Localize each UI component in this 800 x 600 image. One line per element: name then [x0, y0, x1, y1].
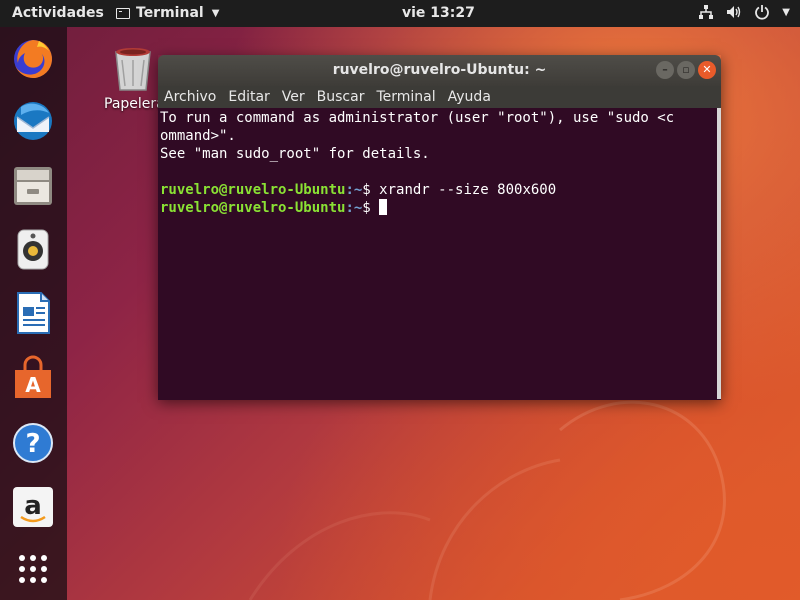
- menu-item-ver[interactable]: Ver: [282, 89, 305, 105]
- software-icon[interactable]: A: [9, 354, 57, 402]
- active-prompt-line[interactable]: ruvelro@ruvelro-Ubuntu:~$: [160, 199, 721, 217]
- output-line: ommand>".: [160, 128, 236, 144]
- close-icon[interactable]: ✕: [698, 61, 716, 79]
- menu-item-archivo[interactable]: Archivo: [164, 89, 216, 105]
- text-cursor: [379, 199, 388, 215]
- output-line: To run a command as administrator (user …: [160, 110, 675, 126]
- prompt-user: ruvelro@ruvelro-Ubuntu: [160, 200, 346, 216]
- volume-icon: [727, 6, 741, 18]
- firefox-icon[interactable]: [9, 35, 57, 83]
- title-bar[interactable]: ruvelro@ruvelro-Ubuntu: ~ – ▫ ✕: [158, 55, 721, 86]
- app-menu-label: Terminal: [136, 5, 204, 21]
- scrollbar[interactable]: [717, 108, 721, 399]
- network-icon: [699, 5, 714, 19]
- show-applications-icon[interactable]: [9, 545, 57, 593]
- activities-button[interactable]: Actividades: [12, 5, 104, 21]
- menu-item-editar[interactable]: Editar: [228, 89, 269, 105]
- window-controls: – ▫ ✕: [656, 61, 716, 79]
- trash-icon[interactable]: [108, 46, 158, 92]
- maximize-icon[interactable]: ▫: [677, 61, 695, 79]
- menu-item-terminal[interactable]: Terminal: [376, 89, 435, 105]
- menu-bar: Archivo Editar Ver Buscar Terminal Ayuda: [158, 86, 721, 108]
- trash-label[interactable]: Papelera: [104, 96, 165, 112]
- command-line: ruvelro@ruvelro-Ubuntu:~$ xrandr --size …: [160, 181, 721, 199]
- writer-icon[interactable]: [9, 289, 57, 337]
- files-icon[interactable]: [9, 162, 57, 210]
- prompt-symbol: $: [362, 200, 371, 216]
- prompt-symbol: $: [362, 182, 371, 198]
- svg-text:A: A: [25, 373, 41, 397]
- svg-text:?: ?: [25, 429, 40, 459]
- command-text: xrandr --size 800x600: [370, 182, 557, 198]
- chevron-down-icon: ▼: [211, 7, 220, 19]
- chevron-down-icon: ▼: [782, 6, 790, 18]
- thunderbird-icon[interactable]: [9, 97, 57, 145]
- menu-item-ayuda[interactable]: Ayuda: [448, 89, 491, 105]
- terminal-window[interactable]: ruvelro@ruvelro-Ubuntu: ~ – ▫ ✕ Archivo …: [158, 55, 721, 400]
- prompt-path: :~: [345, 200, 363, 216]
- terminal-icon: [116, 7, 130, 19]
- prompt-path: :~: [345, 182, 363, 198]
- amazon-icon[interactable]: a: [9, 483, 57, 531]
- output-line: See "man sudo_root" for details.: [160, 146, 430, 162]
- window-title: ruvelro@ruvelro-Ubuntu: ~: [332, 62, 547, 78]
- menu-item-buscar[interactable]: Buscar: [317, 89, 365, 105]
- system-tray[interactable]: ▼: [698, 4, 790, 20]
- prompt-user: ruvelro@ruvelro-Ubuntu: [160, 182, 346, 198]
- power-icon: [755, 5, 770, 20]
- clock[interactable]: vie 13:27: [402, 5, 475, 21]
- rhythmbox-icon[interactable]: [9, 225, 57, 273]
- dock: A ? a: [0, 27, 67, 600]
- svg-text:a: a: [24, 491, 42, 521]
- help-icon[interactable]: ?: [9, 419, 57, 467]
- minimize-icon[interactable]: –: [656, 61, 674, 79]
- app-menu-button[interactable]: Terminal ▼: [116, 5, 219, 21]
- terminal-output[interactable]: To run a command as administrator (user …: [158, 108, 721, 400]
- top-bar: Actividades Terminal ▼ vie 13:27 ▼: [0, 0, 800, 27]
